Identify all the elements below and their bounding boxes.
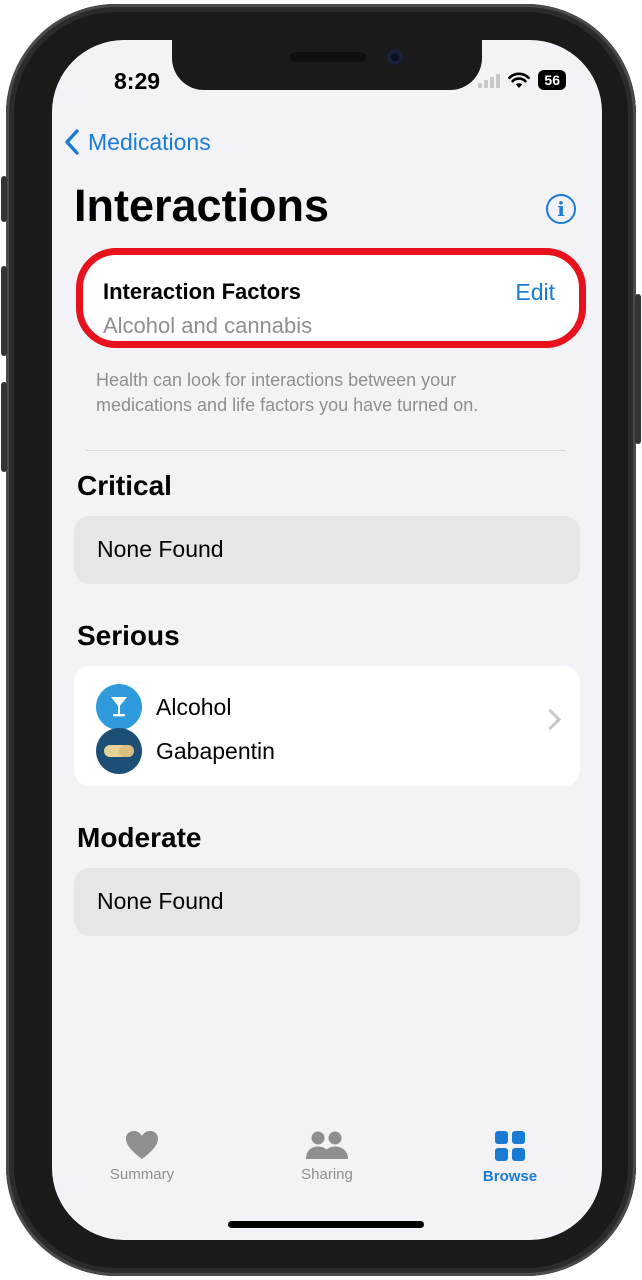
- silent-switch: [1, 176, 7, 222]
- volume-down-button: [1, 382, 7, 472]
- heart-icon: [126, 1131, 158, 1159]
- tab-browse[interactable]: Browse: [450, 1130, 570, 1185]
- list-item: Gabapentin: [96, 728, 275, 774]
- people-icon: [306, 1131, 348, 1159]
- divider: [86, 450, 566, 451]
- back-label: Medications: [88, 128, 211, 155]
- serious-item-label: Alcohol: [156, 693, 232, 720]
- critical-empty-label: None Found: [97, 536, 224, 562]
- speaker: [290, 52, 366, 62]
- interaction-factors-title: Interaction Factors: [103, 279, 302, 304]
- home-indicator[interactable]: [228, 1221, 424, 1228]
- interaction-factors-card[interactable]: Interaction Factors Alcohol and cannabis…: [76, 248, 586, 348]
- edit-button[interactable]: Edit: [515, 279, 555, 306]
- moderate-heading: Moderate: [77, 822, 202, 853]
- page-title: Interactions: [74, 180, 330, 231]
- battery-indicator: 56: [538, 70, 566, 90]
- status-time: 8:29: [114, 68, 161, 94]
- tab-browse-label: Browse: [482, 1168, 538, 1185]
- interaction-factors-value: Alcohol and cannabis: [103, 313, 313, 338]
- serious-interaction-row[interactable]: Alcohol Gabapentin: [74, 666, 580, 786]
- wine-glass-icon: [96, 684, 142, 730]
- info-icon[interactable]: i: [546, 194, 576, 224]
- back-button[interactable]: Medications: [64, 128, 211, 156]
- power-button: [635, 294, 641, 444]
- phone-frame: 8:29 56 Medications Interactions i Inter…: [1, 4, 641, 1276]
- cellular-signal-icon: [478, 72, 501, 88]
- front-camera: [387, 49, 403, 65]
- volume-up-button: [1, 266, 7, 356]
- wifi-icon: [508, 72, 531, 88]
- screen: 8:29 56 Medications Interactions i Inter…: [52, 40, 602, 1240]
- serious-heading: Serious: [77, 620, 180, 651]
- tab-summary-label: Summary: [109, 1166, 175, 1183]
- moderate-empty-label: None Found: [97, 888, 224, 914]
- critical-heading: Critical: [77, 470, 172, 501]
- interaction-factors-footnote: Health can look for interactions between…: [96, 370, 479, 415]
- chevron-right-icon: [539, 708, 562, 731]
- notch: [172, 40, 482, 90]
- tab-sharing[interactable]: Sharing: [267, 1130, 387, 1183]
- moderate-empty-box: None Found: [74, 868, 580, 936]
- status-icons: 56: [478, 70, 566, 90]
- tab-bar: Summary Sharing Browse: [52, 1120, 602, 1200]
- list-item: Alcohol: [96, 684, 231, 730]
- tab-summary[interactable]: Summary: [82, 1130, 202, 1183]
- serious-item-label: Gabapentin: [156, 737, 275, 764]
- tab-sharing-label: Sharing: [301, 1166, 353, 1183]
- critical-empty-box: None Found: [74, 516, 580, 584]
- grid-icon: [495, 1131, 525, 1161]
- chevron-left-icon: [65, 129, 79, 155]
- capsule-icon: [96, 728, 142, 774]
